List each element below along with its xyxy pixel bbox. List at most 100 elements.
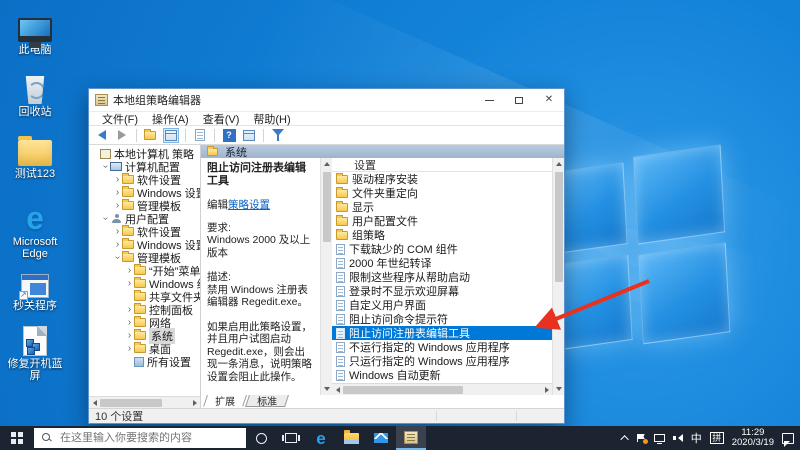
minimize-button[interactable] [474,89,504,111]
list-item[interactable]: 只运行指定的 Windows 应用程序 [332,354,552,368]
list-item-selected[interactable]: 阻止访问注册表编辑工具 [332,326,552,340]
list-item[interactable]: 限制这些程序从帮助启动 [332,270,552,284]
menu-help[interactable]: 帮助(H) [246,111,297,127]
scroll-left-button[interactable] [89,397,100,409]
toolbar-separator [185,129,186,142]
windows-start-icon [11,432,23,444]
taskbar-edge[interactable]: e [306,426,336,450]
list-item[interactable]: 不运行指定的 Windows 应用程序 [332,340,552,354]
list-vertical-scrollbar[interactable] [552,158,564,395]
scroll-down-icon [324,387,330,391]
tree-item-control-panel[interactable]: ›控制面板 [89,303,200,316]
desktop-icon-recycle-bin[interactable]: 回收站 [4,70,66,118]
description-vertical-scrollbar[interactable] [320,158,332,395]
list-item[interactable]: 登录时不显示欢迎屏幕 [332,284,552,298]
view-tabs: 扩展 标准 [201,395,564,408]
list-item[interactable]: 组策略 [332,228,552,242]
list-item[interactable]: 用户配置文件 [332,214,552,228]
scroll-left-button[interactable] [332,384,343,396]
menu-action[interactable]: 操作(A) [145,111,196,127]
list-item[interactable]: 2000 年世纪转译 [332,256,552,270]
taskbar-clock[interactable]: 11:29 2020/3/19 [732,428,774,449]
chevron-right-icon: › [125,344,134,353]
list-item[interactable]: 驱动程序安装 [332,172,552,186]
policy-setting-icon [336,244,345,255]
help-button[interactable]: ? [221,128,237,143]
filter-button[interactable] [270,128,286,143]
task-view-button[interactable] [276,426,306,450]
policy-setting-icon [336,258,345,269]
shortcut-arrow-icon [19,291,28,300]
action-center-icon[interactable] [782,433,794,444]
maximize-button[interactable] [504,89,534,111]
forward-button[interactable] [114,128,130,143]
scroll-down-button[interactable] [321,383,332,395]
menu-view[interactable]: 查看(V) [196,111,247,127]
scroll-up-button[interactable] [553,158,564,170]
chevron-right-icon: › [113,175,122,184]
export-list-button[interactable] [192,128,208,143]
taskbar-mail[interactable] [366,426,396,450]
folder-icon [134,318,146,327]
taskbar-search[interactable] [34,428,246,448]
close-button[interactable]: ✕ [534,89,564,111]
show-console-tree-button[interactable] [163,128,179,143]
tree-item-system[interactable]: ›系统 [89,329,200,342]
scroll-left-icon [336,387,340,393]
scroll-right-button[interactable] [541,384,552,396]
scroll-right-button[interactable] [189,397,200,409]
list-item[interactable]: 显示 [332,200,552,214]
up-one-level-button[interactable] [143,128,159,143]
list-item[interactable]: Windows 自动更新 [332,368,552,382]
tab-extended[interactable]: 扩展 [203,395,247,407]
taskbar-file-explorer[interactable] [336,426,366,450]
list-item[interactable]: 文件夹重定向 [332,186,552,200]
tray-overflow-chevron-icon[interactable] [620,435,628,443]
toolbar-separator [263,129,264,142]
properties-button[interactable] [241,128,257,143]
taskbar-gpedit-active[interactable] [396,426,426,450]
ime-mode-indicator[interactable]: 中 [691,430,702,446]
tree-horizontal-scrollbar[interactable] [89,396,200,408]
desktop-icon-this-pc[interactable]: 此电脑 [4,8,66,56]
search-input[interactable] [60,432,230,444]
scrollbar-thumb[interactable] [100,399,162,407]
tab-standard[interactable]: 标准 [245,395,289,407]
titlebar[interactable]: 本地组策略编辑器 ✕ [89,89,564,111]
cortana-button[interactable] [246,426,276,450]
list-horizontal-scrollbar[interactable] [332,383,552,395]
tree-item-network[interactable]: ›网络 [89,316,200,329]
back-button[interactable] [94,128,110,143]
recycle-bin-icon [24,76,46,104]
list-item[interactable]: 阻止访问命令提示符 [332,312,552,326]
ime-pinyin-indicator[interactable]: 拼 [710,432,724,444]
network-icon[interactable] [654,434,665,442]
scroll-down-button[interactable] [553,383,564,395]
desktop-icon-test-folder[interactable]: 测试123 [4,132,66,180]
tree-item-all-settings[interactable]: 所有设置 [89,355,200,368]
scroll-up-button[interactable] [321,158,332,170]
list-item[interactable]: 自定义用户界面 [332,298,552,312]
all-settings-icon [134,357,144,367]
desktop-icon-app-shortcut[interactable]: 秒关程序 [4,264,66,312]
list-item[interactable]: 下载缺少的 COM 组件 [332,242,552,256]
security-flag-icon[interactable] [637,434,646,442]
search-icon [42,433,50,441]
volume-icon[interactable] [673,434,683,443]
menu-file[interactable]: 文件(F) [95,111,145,127]
settings-column-header[interactable]: 设置 [332,158,552,172]
policy-title: 阻止访问注册表编辑工具 [207,162,315,188]
desktop-icon-registry-file[interactable]: 修复开机蓝屏 [4,322,66,382]
desktop-icon-edge[interactable]: e Microsoft Edge [4,200,66,260]
scrollbar-thumb[interactable] [323,172,331,242]
toolbar: ? [89,126,564,145]
filter-icon [272,129,284,142]
folder-icon [134,279,146,288]
scrollbar-thumb[interactable] [343,386,463,394]
scrollbar-thumb[interactable] [555,172,563,282]
start-button[interactable] [0,426,34,450]
policy-setting-icon [336,342,345,353]
console-icon [100,149,111,159]
edit-policy-setting-link[interactable]: 策略设置 [228,199,270,211]
edge-icon: e [316,430,325,447]
